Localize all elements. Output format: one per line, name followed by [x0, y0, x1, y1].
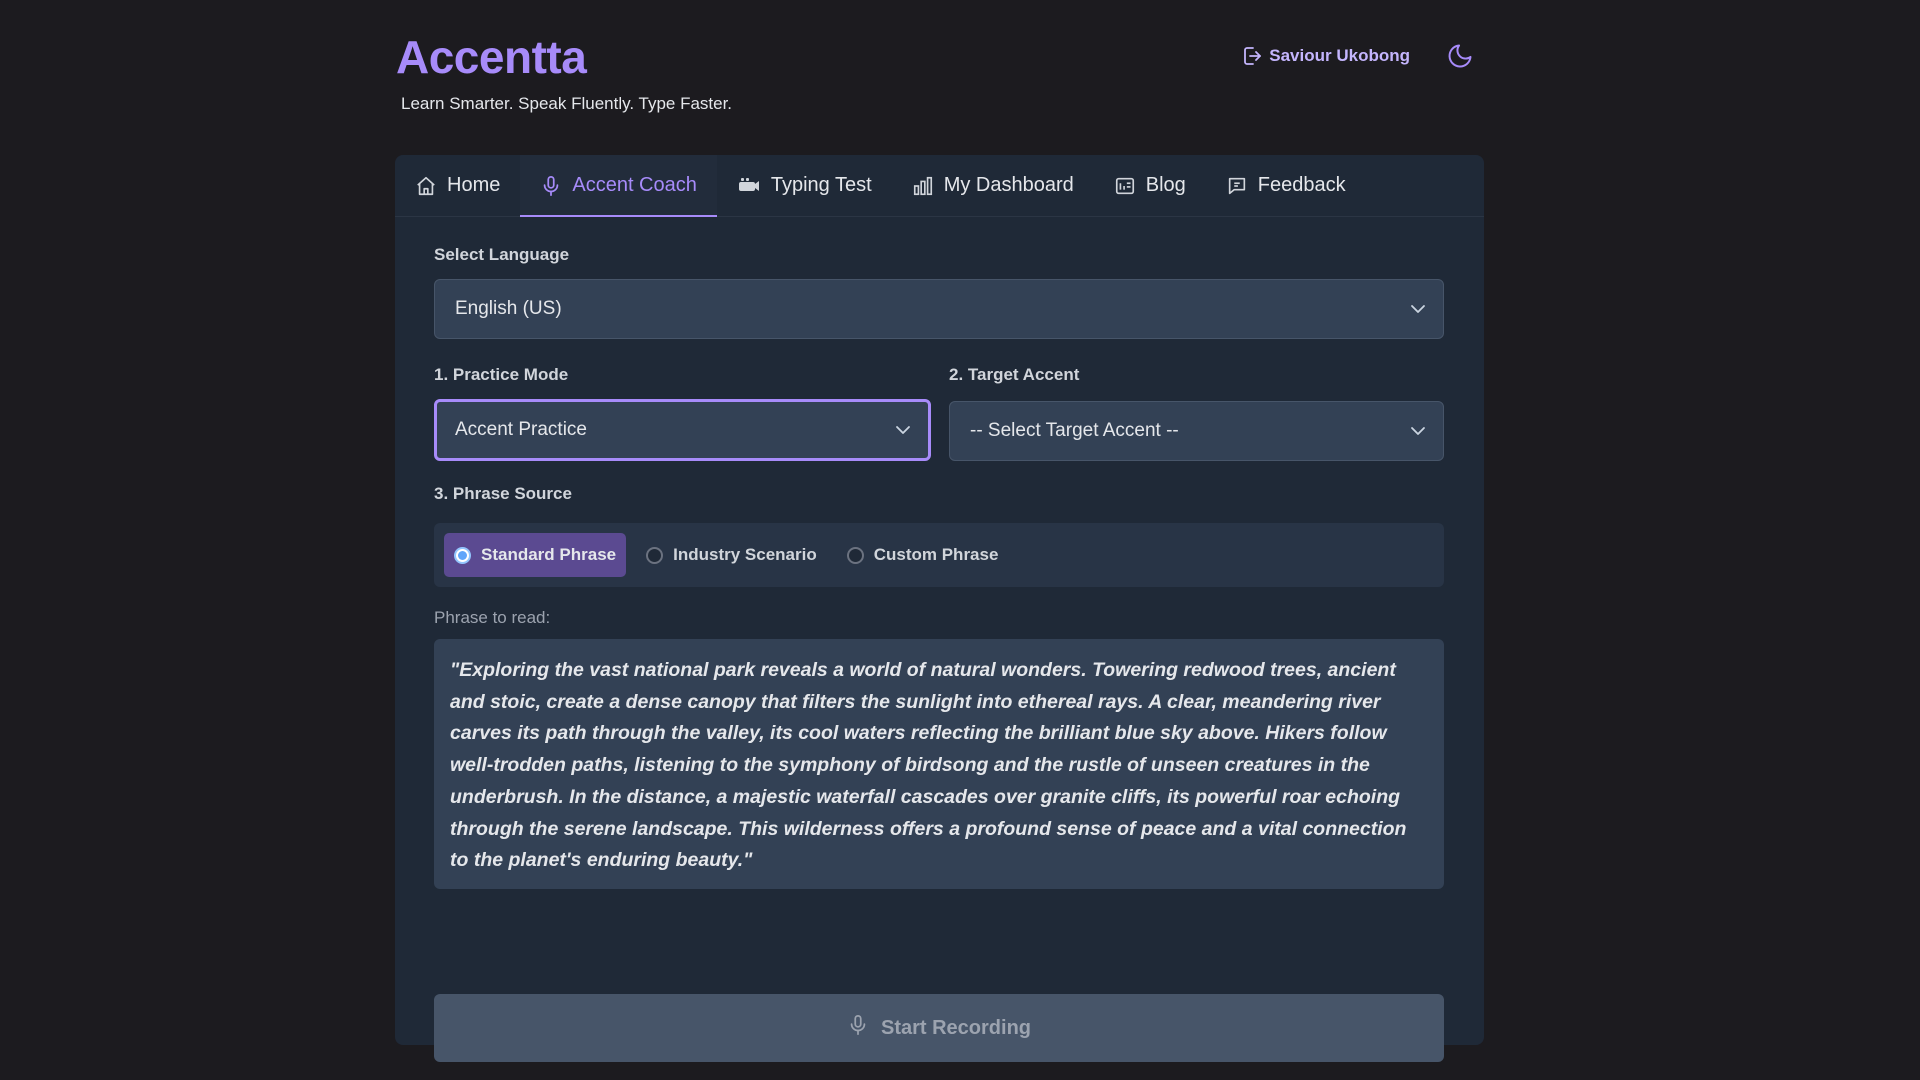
radio-standard-phrase[interactable]: Standard Phrase	[444, 533, 627, 577]
user-logout-link[interactable]: Saviour Ukobong	[1243, 46, 1410, 66]
home-icon	[415, 175, 437, 197]
nav-tabs: Home Accent Coach Typing Test My Dashboa…	[395, 155, 1484, 217]
app-logo: Accentta	[396, 31, 587, 83]
moon-icon	[1446, 42, 1474, 70]
target-accent-label: 2. Target Accent	[949, 365, 1080, 384]
tab-my-dashboard[interactable]: My Dashboard	[892, 155, 1094, 216]
tab-home[interactable]: Home	[395, 155, 520, 216]
app-tagline: Learn Smarter. Speak Fluently. Type Fast…	[401, 94, 733, 113]
app-header: Accentta Learn Smarter. Speak Fluently. …	[396, 28, 1484, 118]
feedback-icon	[1226, 175, 1248, 197]
chevron-down-icon	[1409, 300, 1427, 324]
radio-industry-scenario[interactable]: Industry Scenario	[636, 533, 827, 577]
tab-label: Home	[447, 174, 501, 196]
start-recording-label: Start Recording	[880, 1016, 1032, 1039]
logout-icon	[1243, 46, 1262, 66]
radio-dot	[846, 546, 864, 564]
keyboard-icon	[737, 175, 761, 197]
language-value: English (US)	[455, 298, 562, 319]
phrase-source-label: 3. Phrase Source	[434, 484, 572, 503]
tab-label: My Dashboard	[943, 174, 1074, 196]
microphone-icon	[847, 1013, 869, 1043]
tab-label: Feedback	[1257, 174, 1346, 196]
target-accent-value: -- Select Target Accent --	[970, 420, 1179, 441]
tab-typing-test[interactable]: Typing Test	[717, 155, 892, 216]
microphone-icon	[540, 174, 562, 198]
tab-feedback[interactable]: Feedback	[1206, 155, 1366, 216]
chevron-down-icon	[894, 421, 912, 445]
phrase-source-group: Standard Phrase Industry Scenario Custom…	[434, 523, 1444, 587]
user-name: Saviour Ukobong	[1269, 46, 1410, 65]
tab-label: Blog	[1145, 174, 1186, 196]
tab-label: Accent Coach	[572, 174, 697, 196]
radio-dot	[646, 546, 664, 564]
radio-label: Industry Scenario	[673, 545, 817, 564]
practice-mode-value: Accent Practice	[455, 419, 587, 440]
theme-toggle-button[interactable]	[1446, 42, 1474, 70]
language-select[interactable]: English (US)	[434, 279, 1444, 339]
tab-blog[interactable]: Blog	[1094, 155, 1206, 216]
practice-mode-label: 1. Practice Mode	[434, 365, 569, 384]
blog-icon	[1114, 175, 1136, 197]
radio-label: Standard Phrase	[481, 545, 617, 564]
target-accent-select[interactable]: -- Select Target Accent --	[949, 401, 1444, 461]
start-recording-button[interactable]: Start Recording	[434, 994, 1444, 1062]
tab-label: Typing Test	[770, 174, 872, 196]
phrase-text: "Exploring the vast national park reveal…	[434, 639, 1444, 889]
radio-label: Custom Phrase	[873, 545, 999, 564]
practice-mode-select[interactable]: Accent Practice	[434, 399, 931, 461]
main-card: Home Accent Coach Typing Test My Dashboa…	[395, 155, 1484, 1062]
phrase-to-read-label: Phrase to read:	[434, 608, 551, 627]
tab-accent-coach[interactable]: Accent Coach	[520, 155, 717, 217]
language-label: Select Language	[434, 245, 570, 264]
radio-custom-phrase[interactable]: Custom Phrase	[837, 533, 1009, 577]
radio-dot	[454, 546, 471, 564]
bar-chart-icon	[912, 175, 934, 197]
chevron-down-icon	[1409, 422, 1427, 446]
